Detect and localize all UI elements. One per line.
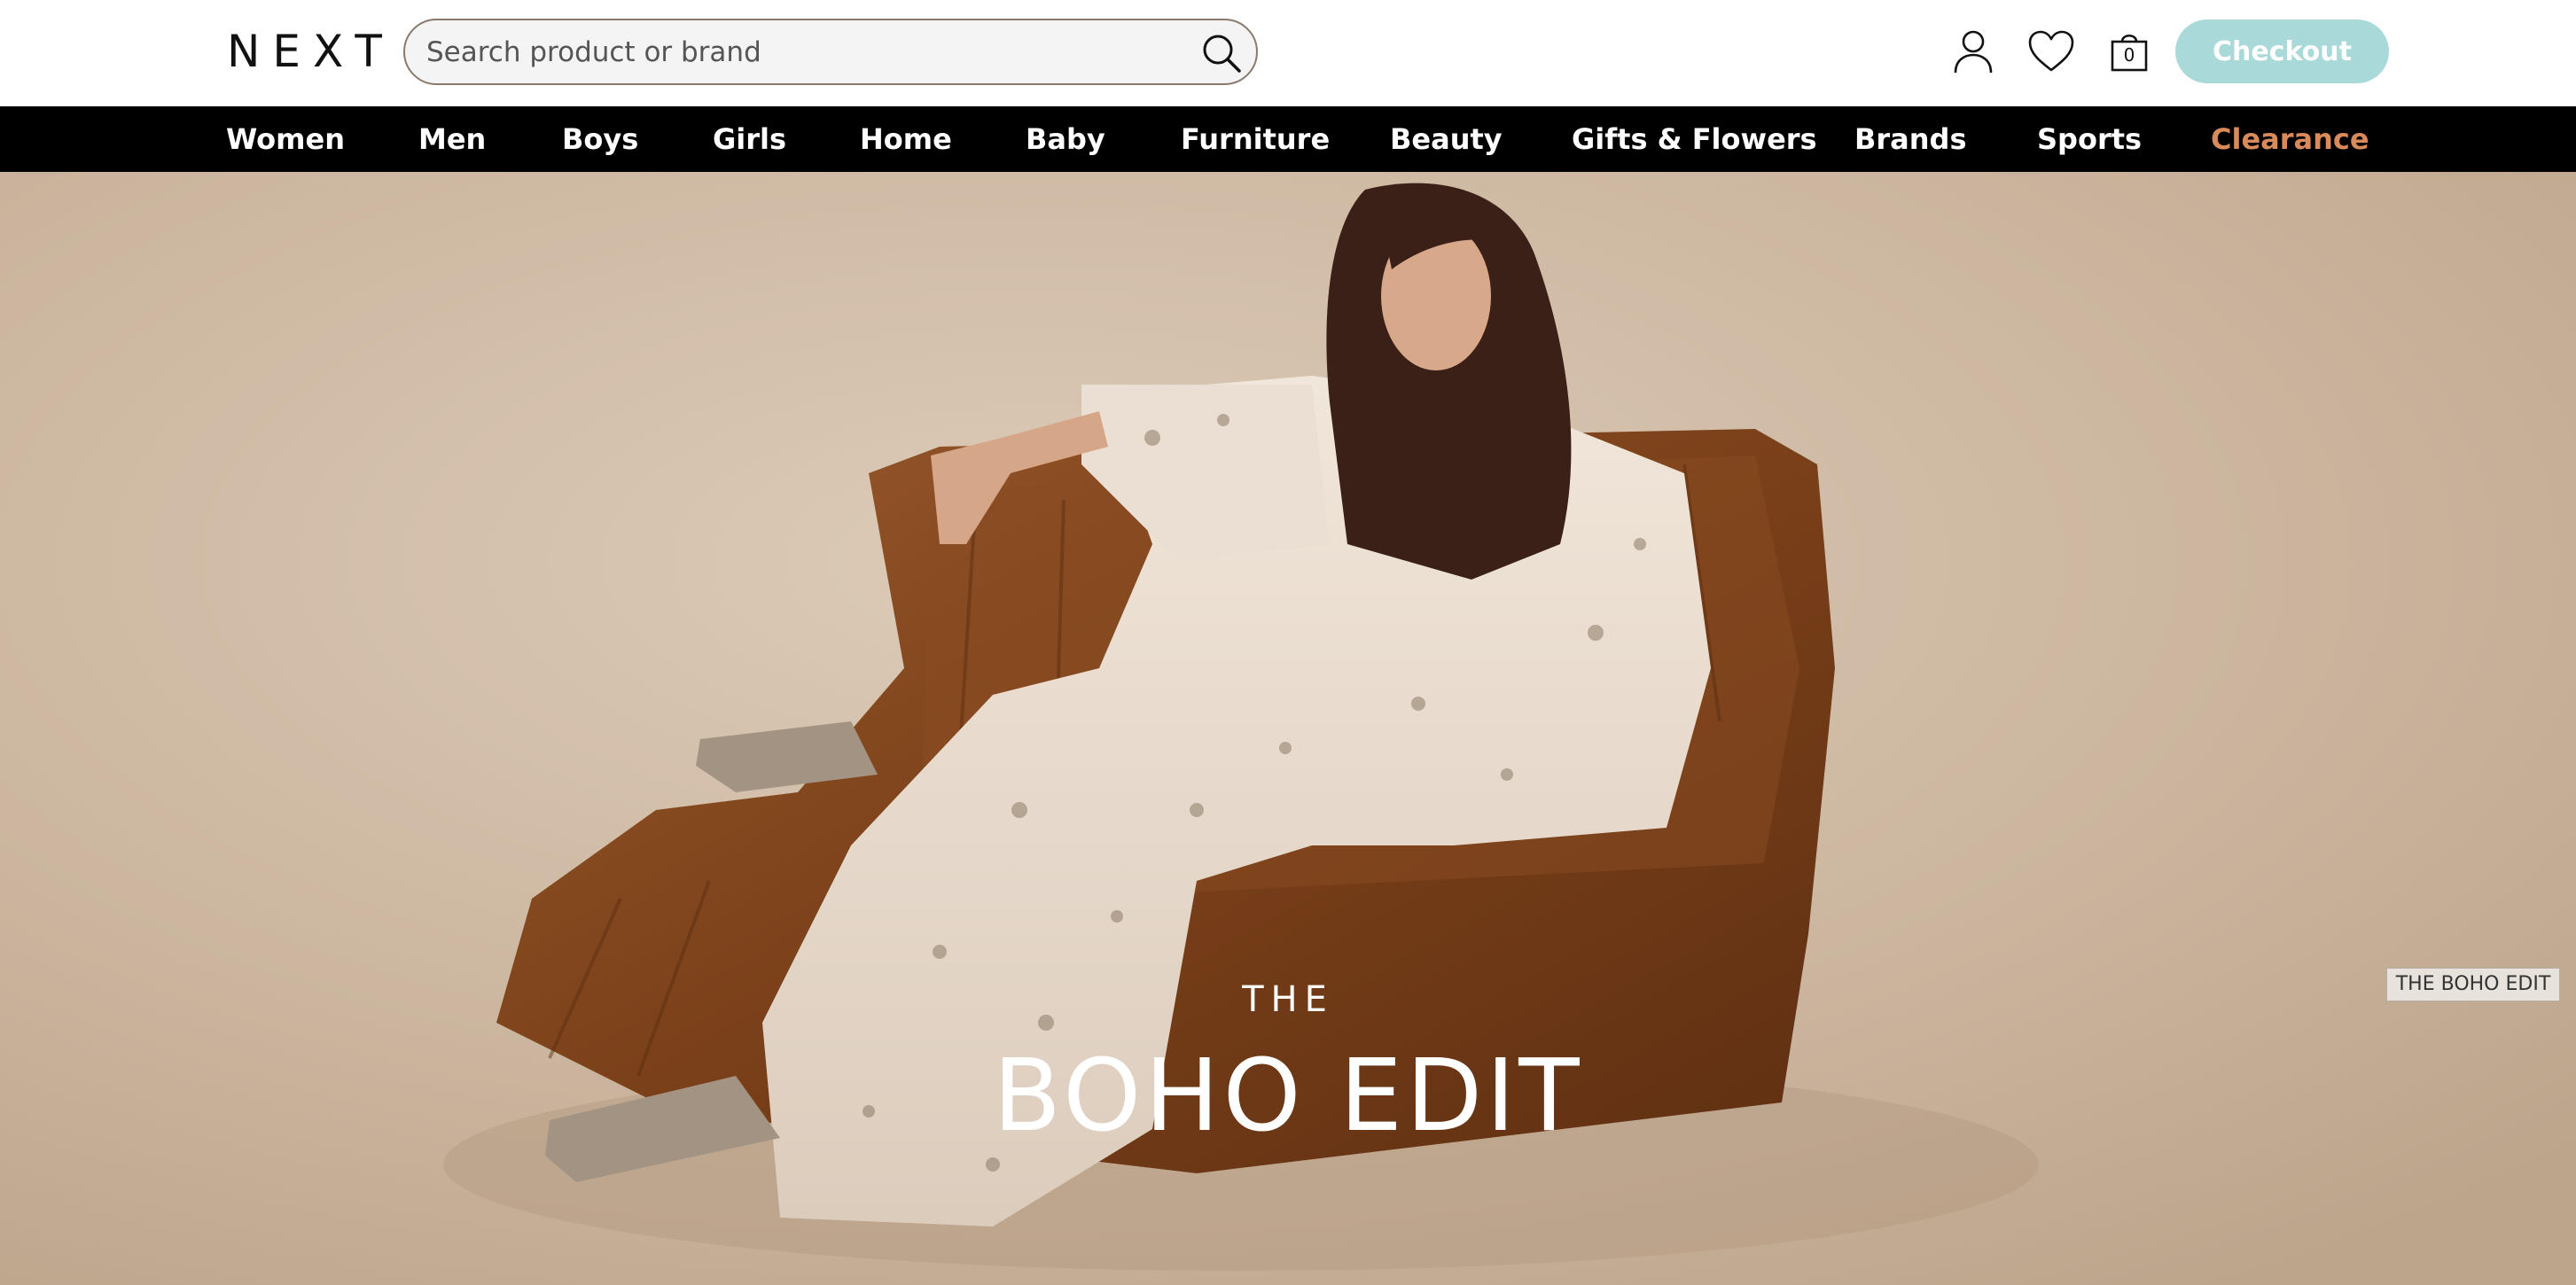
hero-banner[interactable]: THE BOHO EDIT THE BOHO EDIT <box>0 172 2576 1285</box>
hero-kicker: THE <box>1242 979 1334 1020</box>
checkout-button[interactable]: Checkout <box>2175 19 2389 83</box>
nav-item-boys[interactable]: Boys <box>562 121 638 157</box>
nav-item-clearance[interactable]: Clearance <box>2211 121 2369 157</box>
nav-item-gifts[interactable]: Gifts & Flowers <box>1572 121 1817 157</box>
site-header: NEXT 0 Checkout <box>0 0 2576 106</box>
nav-item-baby[interactable]: Baby <box>1026 121 1105 157</box>
hero-heading: THE BOHO EDIT <box>0 978 2576 1154</box>
category-nav: Women Men Boys Girls Home Baby Furniture… <box>0 106 2576 172</box>
account-icon[interactable] <box>1947 25 2000 78</box>
hero-side-tag[interactable]: THE BOHO EDIT <box>2386 968 2560 1001</box>
next-logo[interactable]: NEXT <box>227 27 394 76</box>
nav-item-brands[interactable]: Brands <box>1854 121 1967 157</box>
nav-item-furniture[interactable]: Furniture <box>1181 121 1330 157</box>
search-input[interactable] <box>426 33 1171 72</box>
nav-item-men[interactable]: Men <box>418 121 486 157</box>
search-icon[interactable] <box>1199 31 1244 75</box>
hero-title: BOHO EDIT <box>993 1039 1583 1154</box>
bag-icon[interactable]: 0 <box>2103 25 2156 78</box>
nav-item-beauty[interactable]: Beauty <box>1390 121 1503 157</box>
nav-item-home[interactable]: Home <box>860 121 952 157</box>
search-bar[interactable] <box>403 19 1258 85</box>
heart-icon[interactable] <box>2025 25 2078 78</box>
nav-item-sports[interactable]: Sports <box>2037 121 2142 157</box>
bag-count: 0 <box>2123 44 2135 66</box>
nav-item-girls[interactable]: Girls <box>713 121 786 157</box>
nav-item-women[interactable]: Women <box>226 121 345 157</box>
